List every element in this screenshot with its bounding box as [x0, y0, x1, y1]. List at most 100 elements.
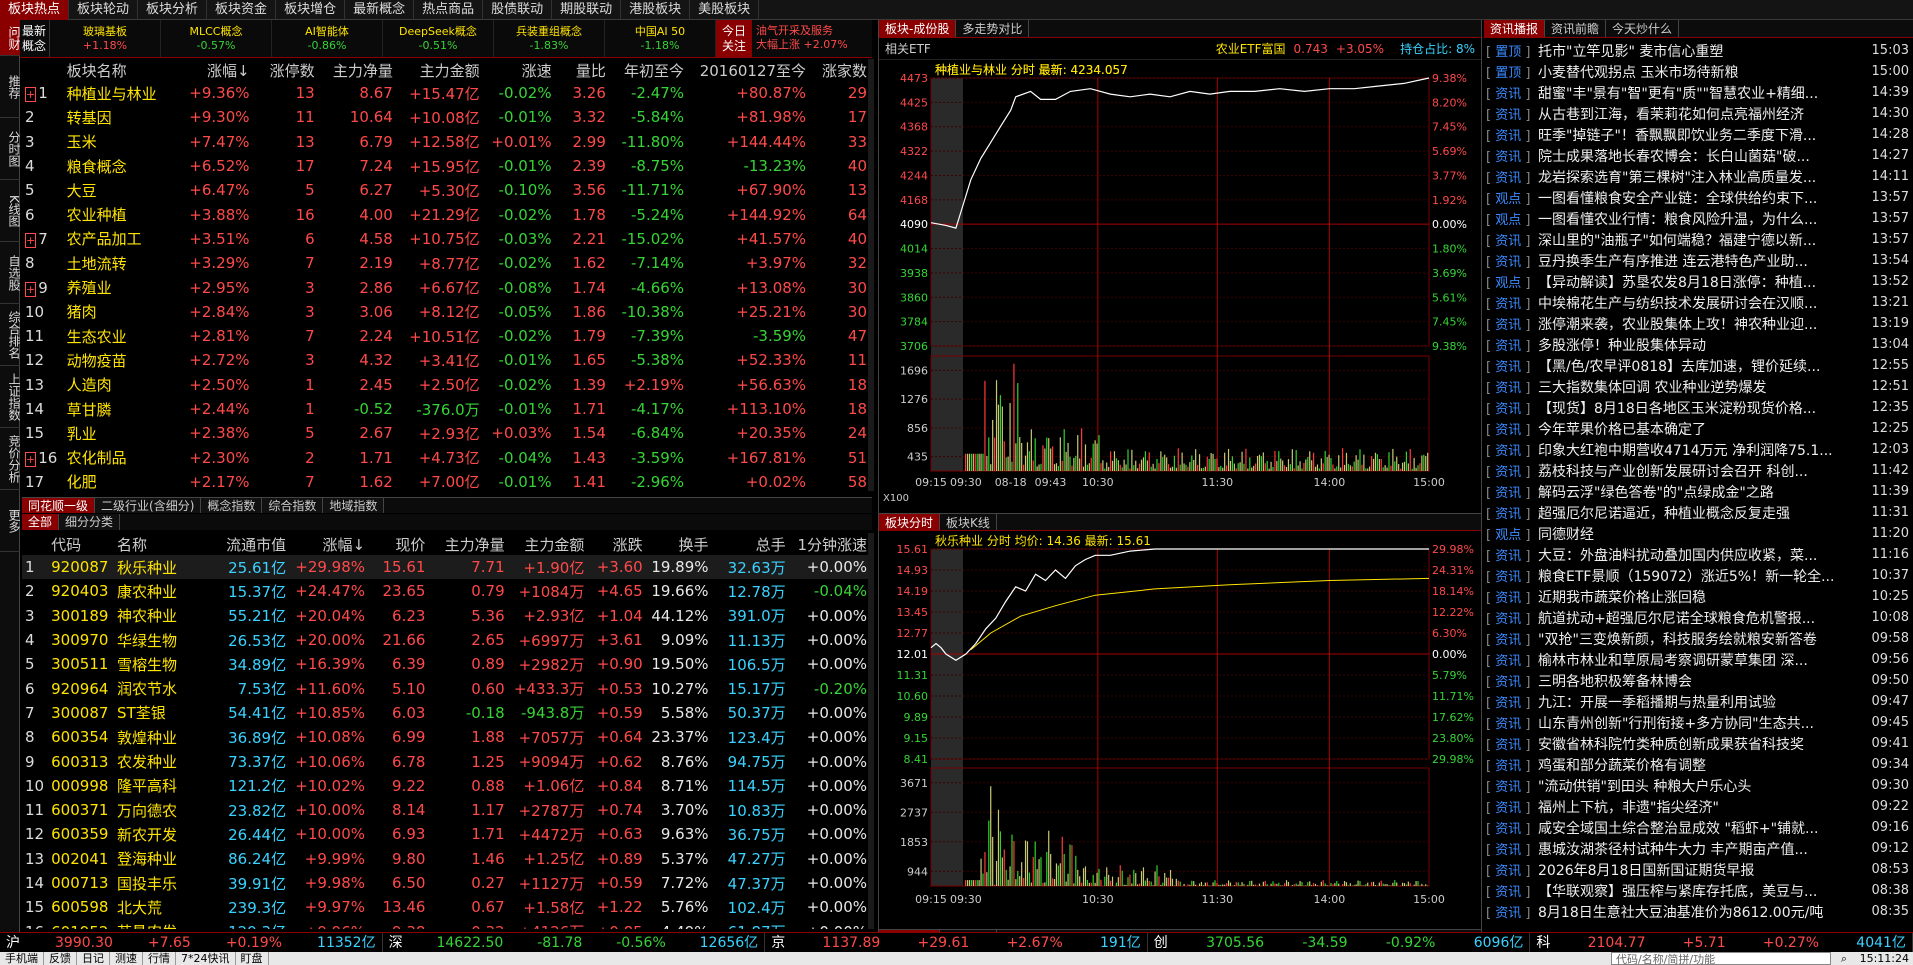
sector-row[interactable]: 3 玉米 +7.47% 13 6.79 +12.58亿 +0.01% 2.99 -11.80% +… — [22, 130, 870, 154]
stock-col-header[interactable]: 涨幅↓ — [289, 533, 368, 555]
stock-name[interactable]: 神农种业 — [114, 604, 206, 628]
sector-row[interactable]: 4 粮食概念 +6.52% 17 7.24 +15.95亿 -0.01% 2.39 -8.75%… — [22, 154, 870, 178]
left-nav-item-1[interactable]: 推荐 — [0, 56, 21, 118]
news-item[interactable]: [ 资讯 ] 龙岩探索选育"第三棵树"注入林业高质量发... 14:11 — [1486, 166, 1913, 187]
status-item[interactable]: 行情 — [143, 952, 176, 965]
sector-name[interactable]: 化肥 — [64, 470, 177, 491]
sector-row[interactable]: 6 农业种植 +3.88% 16 4.00 +21.29亿 -0.02% 1.78 -5.24%… — [22, 202, 870, 226]
sector-col-header[interactable]: 主力净量 — [318, 59, 396, 81]
news-item[interactable]: [ 资讯 ] 今年苹果价格已基本确定了 12:25 — [1486, 418, 1913, 439]
stock-row[interactable]: 15 600598 北大荒 239.3亿 +9.97% 13.46 0.67 +1.58亿 +1… — [22, 895, 870, 919]
news-item[interactable]: [ 资讯 ] 甜蜜"丰"景有"智"更有"质""智慧农业+精细... 14:39 — [1486, 82, 1913, 103]
sector-col-header[interactable]: 年初至今 — [609, 59, 687, 81]
sector-col-header[interactable]: 涨停数 — [253, 59, 318, 81]
sector-row[interactable]: +9 养殖业 +2.95% 3 2.86 +6.67亿 -0.08% 1.74 -4.66% +1… — [22, 275, 870, 299]
sector-tab-1[interactable]: 二级行业(含细分) — [95, 498, 202, 513]
news-item[interactable]: [ 资讯 ] 多股涨停！种业股集体异动 13:04 — [1486, 334, 1913, 355]
news-item[interactable]: [ 资讯 ] 咸安全域国土综合整治显成效 "稻虾+"铺就... 09:16 — [1486, 817, 1913, 838]
sector-name[interactable]: 玉米 — [64, 130, 177, 154]
news-item[interactable]: [ 观点 ] 一图看懂农业行情：粮食风险升温，为什么... 13:57 — [1486, 208, 1913, 229]
stock-intraday-chart[interactable]: 秋乐种业 分时 均价: 14.36 最新: 15.61 15.61 29.98% 14… — [879, 531, 1481, 925]
left-nav-item-0[interactable]: 问财 — [0, 20, 21, 56]
news-item[interactable]: [ 资讯 ] 解码云浮"绿色答卷"的"点绿成金"之路 11:39 — [1486, 481, 1913, 502]
sector-name[interactable]: 粮食概念 — [64, 154, 177, 178]
stock-name[interactable]: 北大荒 — [114, 895, 206, 919]
news-item[interactable]: [ 观点 ] 一图看懂粮食安全产业链：全球供给约束下... 13:57 — [1486, 187, 1913, 208]
news-item[interactable]: [ 资讯 ] 大豆：外盘油料扰动叠加国内供应收紧，菜... 11:16 — [1486, 544, 1913, 565]
market-index[interactable]: 京 1137.89 +29.61 +2.67% 191亿 — [765, 932, 1148, 953]
stock-code[interactable]: 600313 — [48, 749, 114, 773]
sector-tab-4[interactable]: 地域指数 — [323, 498, 385, 513]
stock-col-header[interactable]: 流通市值 — [206, 533, 289, 555]
sector-col-header[interactable] — [22, 59, 64, 81]
stock-col-header[interactable] — [22, 533, 48, 555]
stock-row[interactable]: 4 300970 华绿生物 26.53亿 +20.00% 21.66 2.65 +6997万 +… — [22, 628, 870, 652]
sector-row[interactable]: 13 人造肉 +2.50% 1 2.45 +2.50亿 -0.02% 1.39 +2.19% +5… — [22, 373, 870, 397]
stock-name[interactable]: 万向德农 — [114, 798, 206, 822]
stock-name[interactable]: 润农节水 — [114, 676, 206, 700]
stock-name[interactable]: 敦煌种业 — [114, 725, 206, 749]
stock-row[interactable]: 12 600359 新农开发 26.44亿 +10.00% 6.93 1.71 +4472万 +… — [22, 822, 870, 846]
news-item[interactable]: [ 资讯 ] 从古巷到江海，看茉莉花如何点亮福州经济 14:30 — [1486, 103, 1913, 124]
stock-name[interactable]: 国投丰乐 — [114, 871, 206, 895]
today-focus-button[interactable]: 今日关注 — [716, 20, 752, 57]
chart1-tabs-1[interactable]: 多走势对比 — [956, 20, 1030, 37]
stock-col-header[interactable]: 主力金额 — [508, 533, 588, 555]
news-item[interactable]: [ 资讯 ] 鸡蛋和部分蔬菜价格有调整 09:34 — [1486, 754, 1913, 775]
stock-row[interactable]: 16601952苏垦农发129.3亿+9.96%9.380.32+4126万+0… — [22, 919, 870, 929]
top-tab-0[interactable]: 板块热点 — [0, 0, 70, 20]
sector-col-header[interactable]: 涨速 — [483, 59, 555, 81]
sector-name[interactable]: 养殖业 — [64, 275, 177, 299]
concept-item[interactable]: 玻璃基板 +1.18% — [50, 20, 161, 57]
left-nav-item-4[interactable]: 自选股 — [0, 242, 21, 304]
news-item[interactable]: [ 资讯 ] 荔枝科技与产业创新发展研讨会召开 科创... 11:42 — [1486, 460, 1913, 481]
news-item[interactable]: [ 资讯 ] 山东青州创新"行刑衔接+多方协同"生态共... 09:45 — [1486, 712, 1913, 733]
top-tab-9[interactable]: 港股板块 — [621, 0, 691, 20]
news-item[interactable]: [ 资讯 ] 榆林市林业和草原局考察调研蒙草集团 深... 09:56 — [1486, 649, 1913, 670]
news-item[interactable]: [ 资讯 ] 印象大红袍中期营收4714万元 净利润降75.1... 12:03 — [1486, 439, 1913, 460]
sector-name[interactable]: 农产品加工 — [64, 227, 177, 251]
news-item[interactable]: [ 置顶 ] 小麦替代观拐点 玉米市场待新粮 15:00 — [1486, 61, 1913, 82]
news-item[interactable]: [ 资讯 ] 豆丹换季生产有序推进 连云港特色产业助... 13:54 — [1486, 250, 1913, 271]
sector-tab-3[interactable]: 综合指数 — [262, 498, 324, 513]
left-nav-item-5[interactable]: 综合排名 — [0, 304, 21, 366]
top-tab-8[interactable]: 期股联动 — [552, 0, 622, 20]
sector-name[interactable]: 动物疫苗 — [64, 348, 177, 372]
sector-row[interactable]: 11 生态农业 +2.81% 7 2.24 +10.51亿 -0.02% 1.79 -7.39%… — [22, 324, 870, 348]
sector-row[interactable]: +7 农产品加工 +3.51% 6 4.58 +10.75亿 -0.03% 2.21 -15.0… — [22, 227, 870, 251]
etf-name[interactable]: 农业ETF富国 — [1216, 38, 1286, 59]
news-item[interactable]: [ 置顶 ] 托市"立竿见影" 麦市信心重塑 15:03 — [1486, 40, 1913, 61]
stock-name[interactable]: 雪榕生物 — [114, 652, 206, 676]
sector-name[interactable]: 土地流转 — [64, 251, 177, 275]
status-item[interactable]: 日记 — [77, 952, 110, 965]
sector-row[interactable]: +1 种植业与林业 +9.36% 13 8.67 +15.47亿 -0.02% 3.26 -2.… — [22, 81, 870, 105]
sector-name[interactable]: 转基因 — [64, 105, 177, 129]
stock-col-header[interactable]: 名称 — [114, 533, 206, 555]
sector-row[interactable]: 10 猪肉 +2.84% 3 3.06 +8.12亿 -0.05% 1.86 -10.38% +2… — [22, 300, 870, 324]
sector-scrollbar[interactable] — [868, 59, 874, 491]
stock-code[interactable]: 000998 — [48, 774, 114, 798]
top-tab-3[interactable]: 板块资金 — [207, 0, 277, 20]
market-index[interactable]: 创 3705.56 -34.59 -0.92% 6096亿 — [1148, 932, 1531, 953]
concept-item[interactable]: MLCC概念 -0.57% — [161, 20, 272, 57]
sector-name[interactable]: 人造肉 — [64, 373, 177, 397]
stock-code[interactable]: 600354 — [48, 725, 114, 749]
stock-code[interactable]: 000713 — [48, 871, 114, 895]
stock-code[interactable]: 600598 — [48, 895, 114, 919]
news-item[interactable]: [ 资讯 ] "双抢"三变焕新颜，科技服务绘就粮安新答卷 09:58 — [1486, 628, 1913, 649]
sector-name[interactable]: 大豆 — [64, 178, 177, 202]
stock-row[interactable]: 8 600354 敦煌种业 36.89亿 +10.08% 6.99 1.88 +7057万 +0… — [22, 725, 870, 749]
news-item[interactable]: [ 资讯 ] 【华联观察】强压榨与紧库存托底，美豆与... 08:38 — [1486, 880, 1913, 901]
stock-col-header[interactable]: 代码 — [48, 533, 114, 555]
stock-name[interactable]: 登海种业 — [114, 847, 206, 871]
status-item[interactable]: 反馈 — [44, 952, 77, 965]
stock-name[interactable]: 苏垦农发 — [114, 919, 206, 929]
stock-row[interactable]: 3 300189 神农种业 55.21亿 +20.04% 6.23 5.36 +2.93亿 +1… — [22, 604, 870, 628]
stock-row[interactable]: 10 000998 隆平高科 121.2亿 +10.02% 9.22 0.88 +1.06亿 +… — [22, 774, 870, 798]
stock-name[interactable]: ST荃银 — [114, 701, 206, 725]
stock-row[interactable]: 5 300511 雪榕生物 34.89亿 +16.39% 6.39 0.89 +2982万 +0… — [22, 652, 870, 676]
left-nav-item-3[interactable]: K线图 — [0, 180, 21, 242]
news-item[interactable]: [ 资讯 ] 【黑/色/农早评0818】去库加速，锂价延续... 12:55 — [1486, 355, 1913, 376]
sector-name[interactable]: 猪肉 — [64, 300, 177, 324]
concept-item[interactable]: AI智能体 -0.86% — [272, 20, 383, 57]
